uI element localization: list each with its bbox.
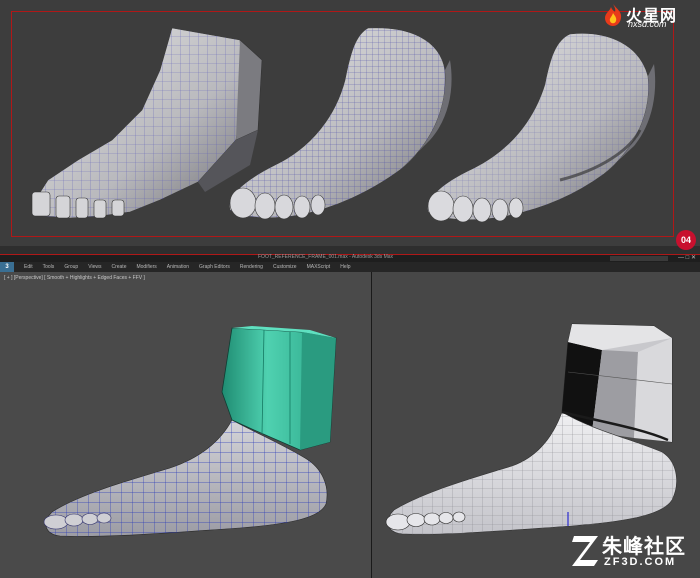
foot-lowpoly (31, 27, 263, 219)
foot-model-teal-ankle (43, 326, 337, 537)
app-menu-button[interactable]: 3 (0, 262, 14, 272)
zf3d-watermark: 朱峰社区 ZF3D.COM (568, 528, 698, 576)
menu-create[interactable]: Create (111, 264, 126, 270)
render-comparison-panel: 04 火星网 hxsd.com (0, 0, 700, 250)
foot-refined (427, 33, 656, 223)
menu-edit[interactable]: Edit (24, 264, 33, 270)
menu-help[interactable]: Help (340, 264, 350, 270)
foot-smoothed (229, 27, 452, 220)
window-controls[interactable]: — □ ✕ (678, 254, 696, 261)
menu-maxscript[interactable]: MAXScript (307, 264, 331, 270)
step-badge: 04 (676, 230, 696, 250)
zf3d-logo-icon (572, 536, 598, 566)
menu-rendering[interactable]: Rendering (240, 264, 263, 270)
watermark-en: ZF3D.COM (604, 556, 677, 568)
menu-group[interactable]: Group (64, 264, 78, 270)
menu-views[interactable]: Views (88, 264, 101, 270)
search-input[interactable] (610, 256, 668, 261)
viewport-perspective[interactable]: [ + ] [Perspective] [ Smooth + Highlight… (0, 272, 372, 578)
watermark-cn: 朱峰社区 (602, 534, 686, 558)
window-title: FOOT_REFERENCE_FRAME_001.max - Autodesk … (258, 254, 394, 260)
watermark-site: hxsd.com (628, 19, 667, 29)
menu-animation[interactable]: Animation (167, 264, 189, 270)
foot-render-lowpoly (31, 27, 656, 223)
hxsd-watermark: 火星网 hxsd.com (600, 1, 698, 31)
menu-customize[interactable]: Customize (273, 264, 297, 270)
flame-logo-icon (605, 4, 622, 26)
menu-modifiers[interactable]: Modifiers (136, 264, 156, 270)
menu-graph-editors[interactable]: Graph Editors (199, 264, 230, 270)
menu-tools[interactable]: Tools (43, 264, 55, 270)
menu-bar: 3 Edit Tools Group Views Create Modifier… (0, 262, 700, 272)
